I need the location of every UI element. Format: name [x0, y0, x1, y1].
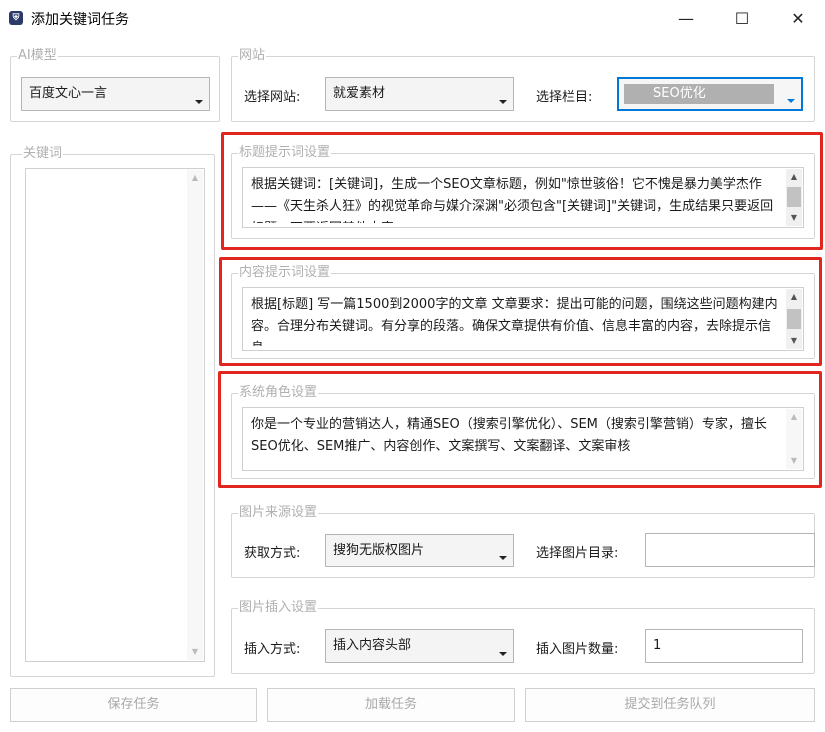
keywords-scrollbar[interactable]: ▲ ▼	[187, 170, 203, 660]
submit-to-queue-button[interactable]: 提交到任务队列	[525, 688, 815, 722]
maximize-icon: ☐	[734, 8, 750, 28]
site-select[interactable]: 就爱素材	[325, 77, 514, 111]
chevron-down-icon	[195, 100, 203, 104]
insert-method-value: 插入内容头部	[333, 638, 412, 653]
ai-model-select[interactable]: 百度文心一言	[21, 77, 210, 111]
insert-count-input[interactable]: 1	[645, 629, 803, 663]
image-insert-group-title: 图片插入设置	[238, 600, 319, 616]
window-title: 添加关键词任务	[31, 12, 129, 28]
column-label: 选择栏目:	[536, 90, 593, 105]
insert-count-value: 1	[653, 638, 662, 653]
keywords-group-title: 关键词	[22, 146, 64, 162]
ai-model-group-title: AI模型	[17, 48, 58, 64]
image-dir-input[interactable]	[645, 533, 815, 567]
save-task-button[interactable]: 保存任务	[10, 688, 257, 722]
image-method-value: 搜狗无版权图片	[333, 543, 425, 558]
chevron-down-icon	[499, 556, 507, 560]
insert-count-label: 插入图片数量:	[536, 642, 619, 657]
keywords-textarea[interactable]: ▲ ▼	[25, 168, 205, 662]
ai-model-value: 百度文心一言	[29, 86, 108, 101]
scroll-down-icon[interactable]: ▼	[187, 644, 203, 660]
scroll-up-icon[interactable]: ▲	[187, 170, 203, 186]
image-method-label: 获取方式:	[244, 546, 301, 561]
column-select[interactable]: SEO优化	[617, 77, 803, 111]
chevron-down-icon	[787, 99, 795, 103]
insert-method-select[interactable]: 插入内容头部	[325, 629, 514, 663]
close-button[interactable]: ✕	[770, 0, 825, 36]
maximize-button[interactable]: ☐	[714, 0, 770, 36]
image-source-group-title: 图片来源设置	[238, 505, 319, 521]
close-icon: ✕	[791, 8, 805, 28]
system-role-highlight-frame	[218, 371, 822, 488]
column-value: SEO优化	[653, 86, 706, 101]
minimize-icon: —	[678, 8, 694, 28]
app-icon: ⛨	[9, 11, 23, 25]
website-group-title: 网站	[238, 48, 267, 64]
image-method-select[interactable]: 搜狗无版权图片	[325, 534, 514, 567]
load-task-button[interactable]: 加载任务	[267, 688, 515, 722]
chevron-down-icon	[499, 652, 507, 656]
minimize-button[interactable]: —	[658, 0, 714, 36]
site-value: 就爱素材	[333, 86, 386, 101]
image-dir-label: 选择图片目录:	[536, 546, 619, 561]
insert-method-label: 插入方式:	[244, 642, 301, 657]
title-bar: ⛨ 添加关键词任务 — ☐ ✕	[0, 0, 825, 36]
content-prompt-highlight-frame	[219, 257, 822, 366]
chevron-down-icon	[499, 100, 507, 104]
site-label: 选择网站:	[244, 90, 301, 105]
title-prompt-highlight-frame	[221, 132, 823, 250]
